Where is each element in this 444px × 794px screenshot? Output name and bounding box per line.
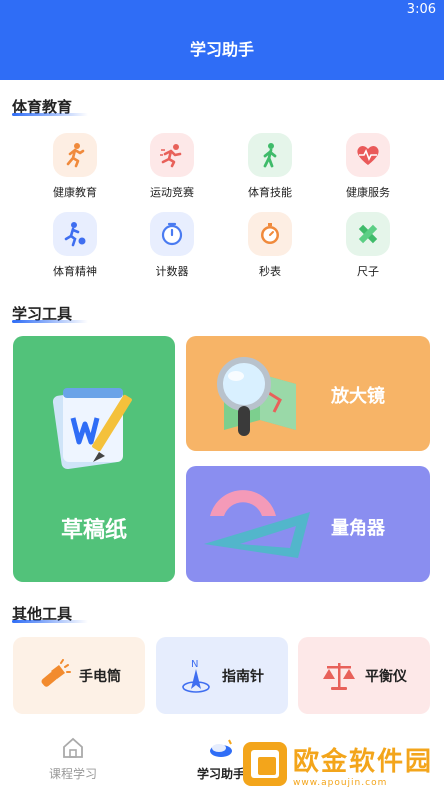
section-underline xyxy=(12,620,88,623)
draft-paper-icon xyxy=(52,388,132,470)
sports-item-label: 秒表 xyxy=(259,265,281,278)
magnifier-label: 放大镜 xyxy=(331,386,385,407)
balance-tool[interactable]: 平衡仪 xyxy=(298,637,430,714)
sports-item-spirit[interactable]: 体育精神 xyxy=(35,212,115,279)
sports-item-competition[interactable]: 运动竞赛 xyxy=(132,133,212,200)
svg-text:N: N xyxy=(191,659,198,670)
home-icon xyxy=(63,737,83,758)
watermark-logo-icon xyxy=(243,742,287,786)
watermark-logo: 欧金软件园 www.apoujin.com xyxy=(243,738,441,790)
magnifier-icon xyxy=(217,357,296,436)
sports-item-label: 体育技能 xyxy=(248,186,292,199)
section-title-study-tools: 学习工具 xyxy=(12,303,88,324)
tab-label: 课程学习 xyxy=(48,767,97,781)
section-title-other-tools: 其他工具 xyxy=(12,603,88,624)
balance-label: 平衡仪 xyxy=(365,668,407,685)
watermark-url: www.apoujin.com xyxy=(293,777,388,788)
sports-item-label: 体育精神 xyxy=(53,265,97,278)
heart-pulse-icon xyxy=(346,133,390,177)
running-icon xyxy=(53,133,97,177)
section-underline xyxy=(12,320,88,323)
timer-icon xyxy=(150,212,194,256)
sports-item-label: 健康服务 xyxy=(346,186,390,199)
sports-item-stopwatch[interactable]: 秒表 xyxy=(230,212,310,279)
compass-tool[interactable]: N 指南针 xyxy=(156,637,288,714)
flashlight-tool[interactable]: 手电筒 xyxy=(13,637,145,714)
ruler-pencil-icon xyxy=(346,212,390,256)
draft-paper-label: 草稿纸 xyxy=(60,518,127,543)
draft-paper-card[interactable]: 草稿纸 xyxy=(13,336,175,582)
compass-icon: N xyxy=(182,659,210,693)
soccer-icon xyxy=(53,212,97,256)
sports-item-label: 运动竞赛 xyxy=(150,186,194,199)
watermark-text: 欧金软件园 xyxy=(293,746,434,777)
app-header: 3:06 学习助手 xyxy=(0,0,444,80)
sprint-icon xyxy=(150,133,194,177)
section-title-sports: 体育教育 xyxy=(12,96,88,117)
section-underline xyxy=(12,113,88,116)
compass-label: 指南针 xyxy=(222,668,264,685)
sports-item-ruler[interactable]: 尺子 xyxy=(328,212,408,279)
sports-item-counter[interactable]: 计数器 xyxy=(132,212,212,279)
protractor-card[interactable]: 量角器 xyxy=(186,466,430,582)
walking-icon xyxy=(248,133,292,177)
status-time: 3:06 xyxy=(406,2,436,17)
sports-item-skills[interactable]: 体育技能 xyxy=(230,133,310,200)
sports-item-label: 尺子 xyxy=(357,265,379,278)
sports-item-health-service[interactable]: 健康服务 xyxy=(328,133,408,200)
balance-scale-icon xyxy=(323,662,355,690)
flashlight-icon xyxy=(41,658,71,687)
protractor-label: 量角器 xyxy=(331,518,385,539)
page-title: 学习助手 xyxy=(189,40,254,59)
sports-item-label: 健康教育 xyxy=(53,186,97,199)
sports-item-health-education[interactable]: 健康教育 xyxy=(35,133,115,200)
sports-item-label: 计数器 xyxy=(155,265,189,278)
tab-course-study[interactable]: 课程学习 xyxy=(18,736,128,782)
stopwatch-icon xyxy=(248,212,292,256)
protractor-icon xyxy=(204,490,310,558)
flashlight-label: 手电筒 xyxy=(79,668,121,685)
assistant-icon xyxy=(210,739,232,757)
magnifier-card[interactable]: 放大镜 xyxy=(186,336,430,451)
